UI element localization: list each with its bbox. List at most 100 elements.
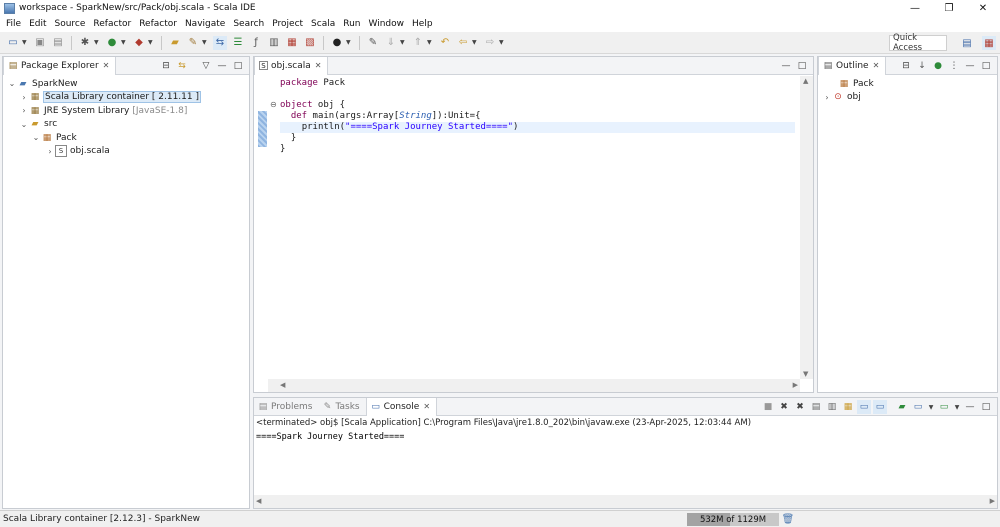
- tree-node-jre-library[interactable]: › ▦ JRE System Library [JavaSE-1.8]: [3, 104, 249, 118]
- external-tools-icon[interactable]: ◆: [132, 36, 146, 50]
- display-console-icon[interactable]: ▭: [911, 400, 925, 414]
- view-menu-icon[interactable]: ▽: [199, 59, 213, 73]
- tab-tasks[interactable]: ✎ Tasks: [318, 398, 365, 416]
- tree-node-package[interactable]: ⌄ ▦ Pack: [3, 131, 249, 145]
- back-dropdown-icon[interactable]: ▼: [472, 39, 478, 46]
- run-icon[interactable]: ●: [105, 36, 119, 50]
- menu-search[interactable]: Search: [229, 19, 268, 29]
- green-dot-icon[interactable]: ●: [931, 59, 945, 73]
- menu-edit[interactable]: Edit: [25, 19, 50, 29]
- external-tools-dropdown-icon[interactable]: ▼: [148, 39, 154, 46]
- link-with-editor-icon[interactable]: ⇆: [175, 59, 189, 73]
- chevron-down-icon[interactable]: ⌄: [19, 120, 29, 129]
- menu-window[interactable]: Window: [365, 19, 409, 29]
- tab-package-explorer[interactable]: ▤ Package Explorer ✕: [3, 56, 117, 75]
- remove-launch-icon[interactable]: ✖: [777, 400, 791, 414]
- minimize-button[interactable]: —: [898, 0, 932, 16]
- minimize-view-icon[interactable]: —: [963, 400, 977, 414]
- scroll-down-arrow-icon[interactable]: ▼: [803, 370, 808, 378]
- maximize-button[interactable]: ❐: [932, 0, 966, 16]
- save-icon[interactable]: ▣: [33, 36, 47, 50]
- next-annotation-dropdown-icon[interactable]: ▼: [400, 39, 406, 46]
- chevron-right-icon[interactable]: ›: [19, 93, 29, 102]
- open-console-dropdown-icon[interactable]: ▼: [953, 400, 961, 414]
- tree-node-project[interactable]: ⌄ ▰ SparkNew: [3, 77, 249, 91]
- minimize-view-icon[interactable]: —: [215, 59, 229, 73]
- tab-outline[interactable]: ▤ Outline ✕: [818, 56, 887, 75]
- maximize-view-icon[interactable]: □: [979, 59, 993, 73]
- display-console-dropdown-icon[interactable]: ▼: [927, 400, 935, 414]
- code-area[interactable]: package Pack object obj { def main(args:…: [280, 78, 795, 155]
- last-edit-icon[interactable]: ↶: [438, 36, 452, 50]
- quick-access-field[interactable]: Quick Access: [889, 33, 947, 53]
- minimize-view-icon[interactable]: —: [779, 59, 793, 73]
- run-garbage-collector-icon[interactable]: 🗑: [782, 513, 795, 526]
- outline-item-object[interactable]: › ⊙ obj: [820, 91, 874, 105]
- open-folder-icon[interactable]: ▰: [168, 36, 182, 50]
- chevron-right-icon[interactable]: ›: [822, 93, 832, 102]
- editor-vertical-scrollbar[interactable]: ▲ ▼: [800, 76, 813, 379]
- scroll-right-arrow-icon[interactable]: ▶: [990, 497, 995, 505]
- console-icon[interactable]: ▥: [267, 36, 281, 50]
- scroll-right-arrow-icon[interactable]: ▶: [793, 381, 798, 389]
- open-perspective-icon[interactable]: ▤: [960, 36, 974, 50]
- maximize-view-icon[interactable]: □: [979, 400, 993, 414]
- forward-dropdown-icon[interactable]: ▼: [499, 39, 505, 46]
- collapse-all-icon[interactable]: ⊟: [159, 59, 173, 73]
- outline-item-package[interactable]: ▦ Pack: [820, 77, 874, 91]
- heap-status[interactable]: 532M of 1129M: [687, 513, 779, 526]
- close-button[interactable]: ✕: [966, 0, 1000, 16]
- debug-icon[interactable]: ✱: [78, 36, 92, 50]
- maximize-view-icon[interactable]: □: [231, 59, 245, 73]
- scroll-left-arrow-icon[interactable]: ◀: [280, 381, 285, 389]
- annotation-icon[interactable]: ✎: [366, 36, 380, 50]
- tab-console[interactable]: ▭ Console ✕: [365, 397, 438, 416]
- chevron-right-icon[interactable]: ›: [45, 147, 55, 156]
- terminate-icon[interactable]: ■: [761, 400, 775, 414]
- next-annotation-icon[interactable]: ⇓: [384, 36, 398, 50]
- minimize-view-icon[interactable]: —: [963, 59, 977, 73]
- tree-node-scala-library[interactable]: › ▦ Scala Library container [ 2.11.11 ]: [3, 91, 249, 105]
- code-editor[interactable]: ⊖ package Pack object obj { def main(arg…: [254, 76, 813, 392]
- tree-node-file[interactable]: › S obj.scala: [3, 145, 249, 159]
- debug-dropdown-icon[interactable]: ▼: [94, 39, 100, 46]
- editor-horizontal-scrollbar[interactable]: ◀ ▶: [268, 379, 800, 392]
- scroll-left-arrow-icon[interactable]: ◀: [256, 497, 261, 505]
- wand-dropdown-icon[interactable]: ▼: [202, 39, 208, 46]
- chevron-down-icon[interactable]: ⌄: [31, 133, 41, 142]
- menu-navigate[interactable]: Navigate: [181, 19, 229, 29]
- format-icon[interactable]: ƒ: [249, 36, 263, 50]
- scroll-lock-icon[interactable]: ▥: [825, 400, 839, 414]
- collapse-all-icon[interactable]: ⊟: [899, 59, 913, 73]
- maximize-view-icon[interactable]: □: [795, 59, 809, 73]
- show-on-output-icon[interactable]: ▭: [857, 400, 871, 414]
- word-wrap-icon[interactable]: ▦: [841, 400, 855, 414]
- menu-source[interactable]: Source: [51, 19, 90, 29]
- tree-node-src[interactable]: ⌄ ▰ src: [3, 118, 249, 132]
- menu-file[interactable]: File: [2, 19, 25, 29]
- pin-console-icon[interactable]: ▰: [895, 400, 909, 414]
- wand-icon[interactable]: ✎: [186, 36, 200, 50]
- menu-help[interactable]: Help: [408, 19, 437, 29]
- console-horizontal-scrollbar[interactable]: ◀ ▶: [254, 495, 997, 508]
- scala-worksheet-icon[interactable]: ▦: [285, 36, 299, 50]
- link-editor-icon[interactable]: ⇆: [213, 35, 227, 50]
- show-on-error-icon[interactable]: ▭: [873, 400, 887, 414]
- open-console-icon[interactable]: ▭: [937, 400, 951, 414]
- close-icon[interactable]: ✕: [315, 61, 322, 70]
- sort-icon[interactable]: ↓: [915, 59, 929, 73]
- console-output[interactable]: ====Spark Journey Started====: [256, 432, 404, 442]
- new-icon[interactable]: ▭: [6, 36, 20, 50]
- menu-scala[interactable]: Scala: [307, 19, 339, 29]
- menu-run[interactable]: Run: [339, 19, 364, 29]
- view-menu-icon[interactable]: ⋮: [947, 59, 961, 73]
- forward-icon[interactable]: ⇨: [483, 36, 497, 50]
- tab-problems[interactable]: ▤ Problems: [254, 398, 318, 416]
- prev-annotation-icon[interactable]: ⇑: [411, 36, 425, 50]
- scala-interpreter-icon[interactable]: ▧: [303, 36, 317, 50]
- remove-all-terminated-icon[interactable]: ✖: [793, 400, 807, 414]
- close-icon[interactable]: ✕: [423, 402, 430, 411]
- menu-project[interactable]: Project: [268, 19, 307, 29]
- scroll-up-arrow-icon[interactable]: ▲: [803, 77, 808, 85]
- back-icon[interactable]: ⇦: [456, 36, 470, 50]
